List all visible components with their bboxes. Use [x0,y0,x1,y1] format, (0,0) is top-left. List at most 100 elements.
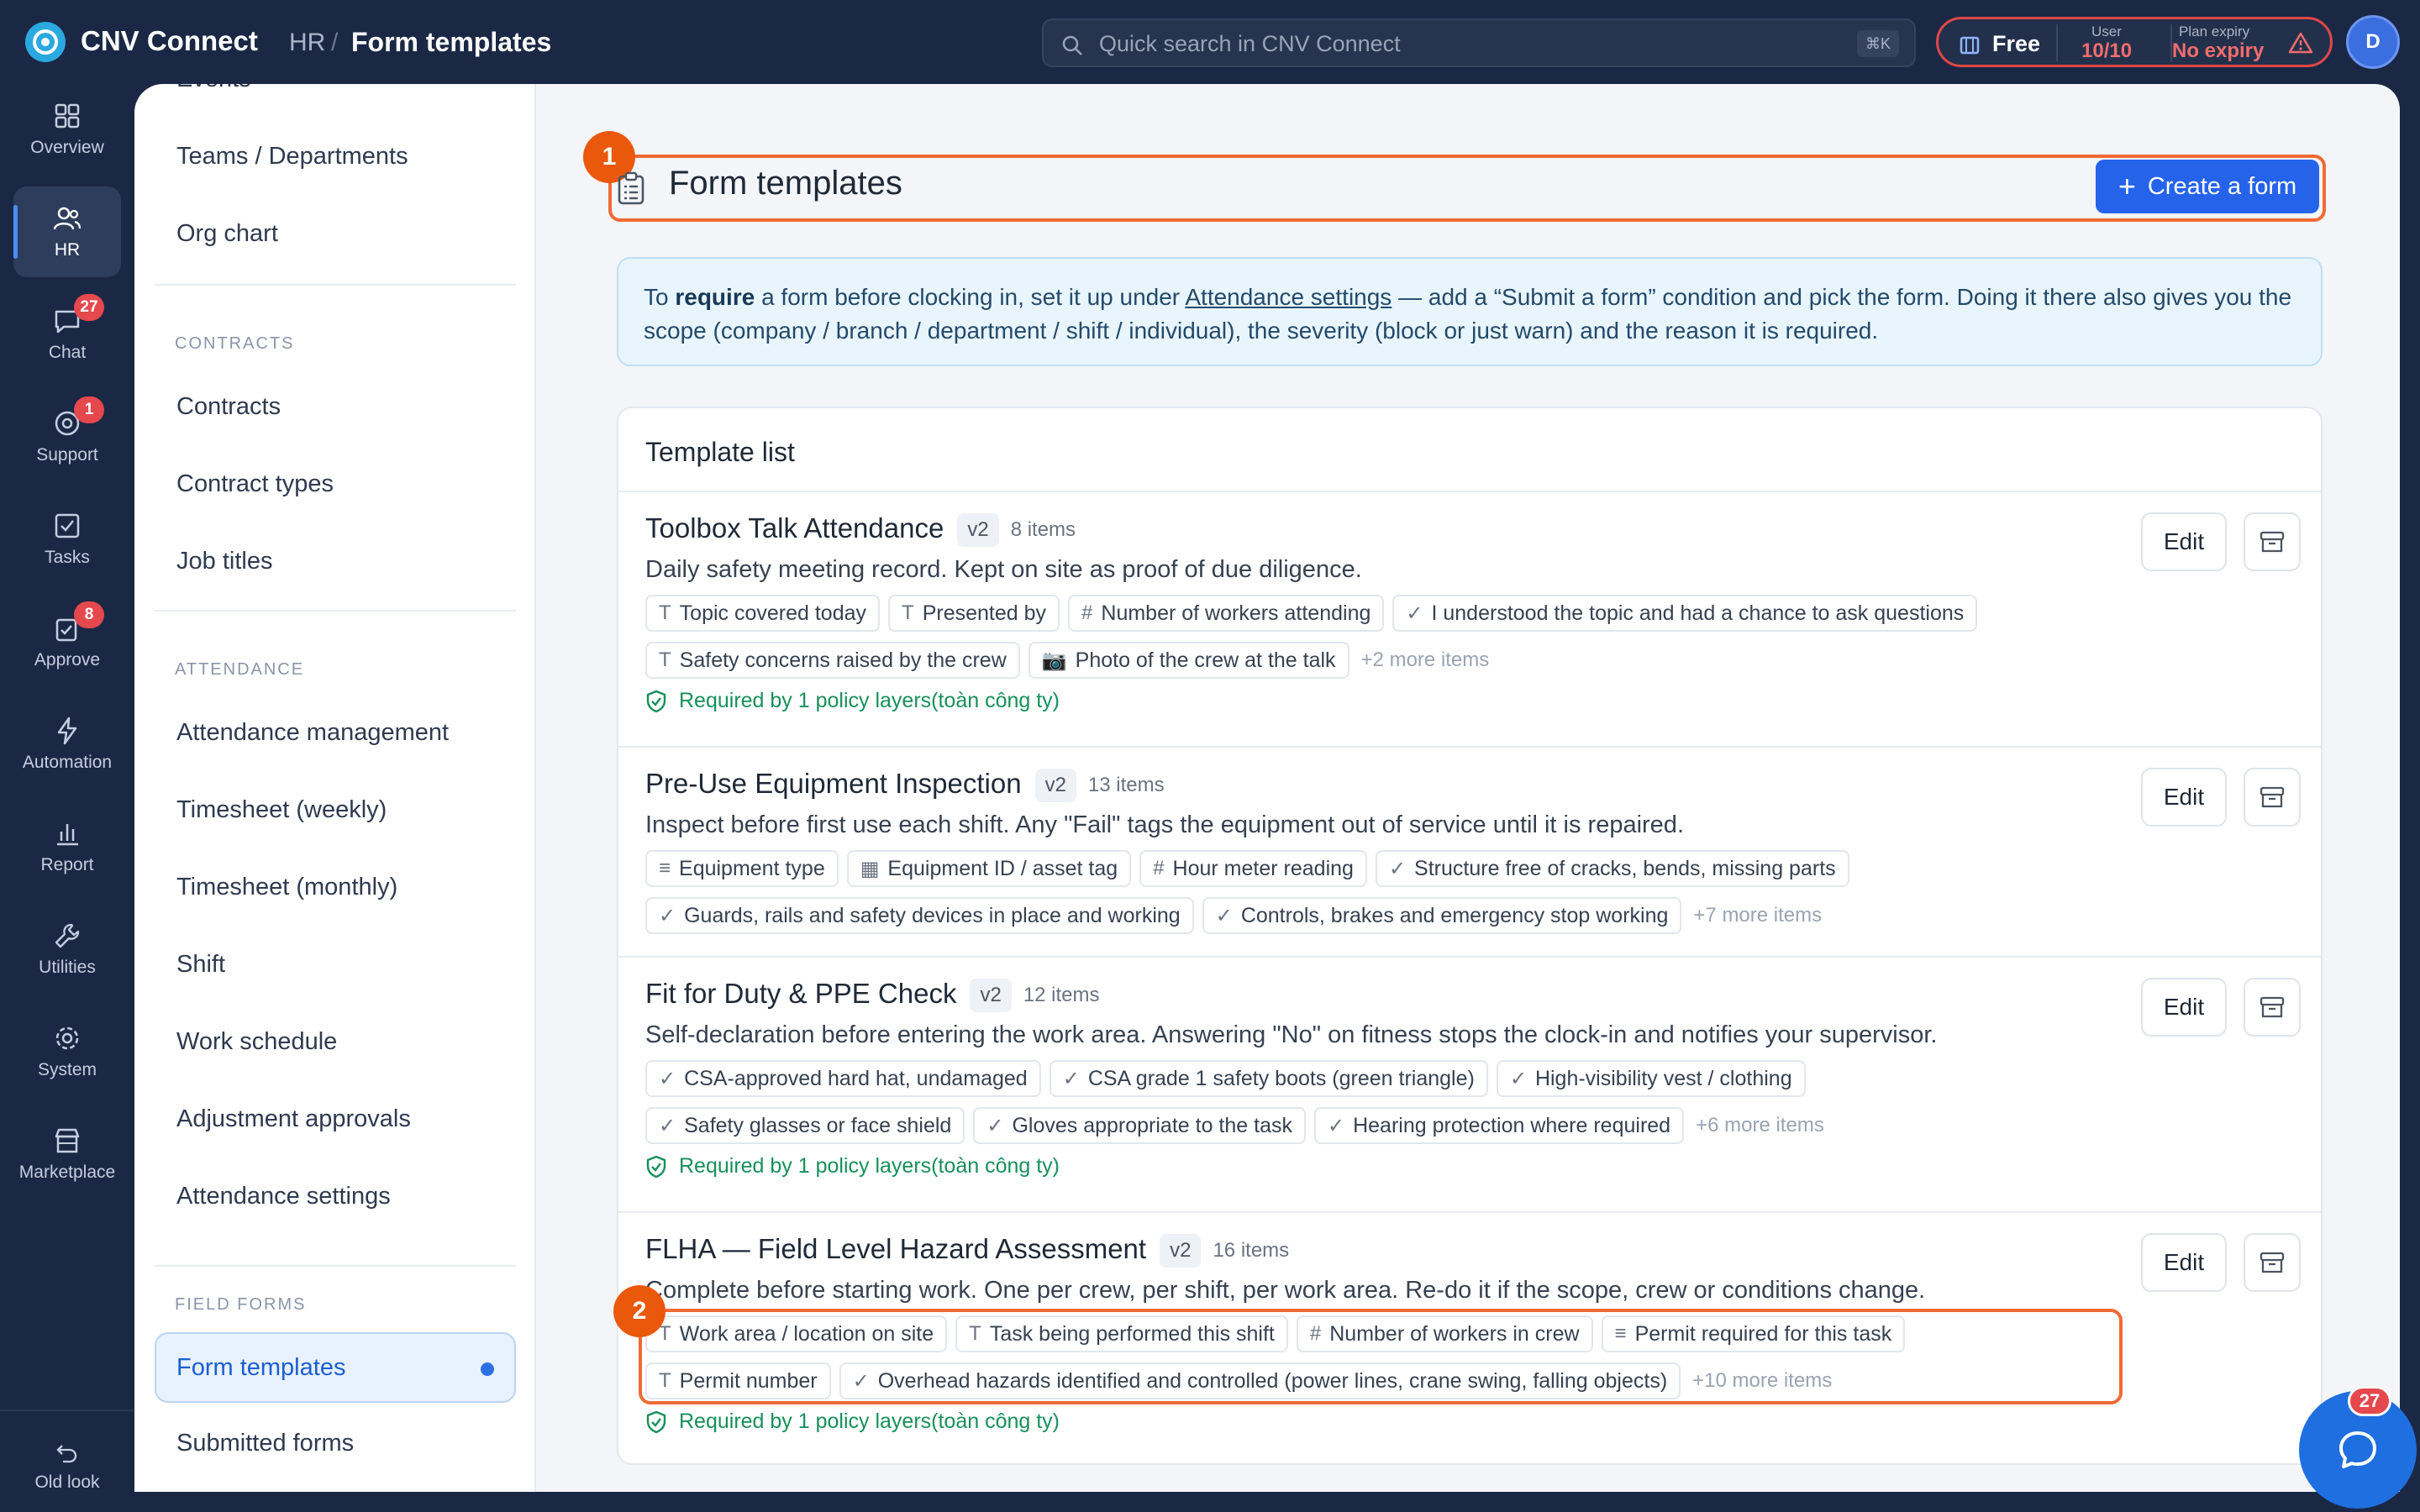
field-chip: ▦ Equipment ID / asset tag [846,850,1132,887]
sidebar-item-teams[interactable]: Teams / Departments [176,143,408,171]
edit-button[interactable]: Edit [2141,768,2227,827]
rail-divider [0,1410,134,1411]
template-name[interactable]: Pre-Use Equipment Inspection v2 13 items [645,768,1165,803]
nav-label: Marketplace [18,1163,116,1182]
nav-chat[interactable]: 27 Chat [13,289,121,380]
nav-label: Overview [30,138,104,157]
app-name[interactable]: CNV Connect [81,25,258,57]
page-title: Form templates [669,165,902,202]
field-chip-row: T Topic covered today T Presented by # Numb… [645,595,1978,632]
field-label: Topic covered today [679,601,867,625]
field-label: CSA-approved hard hat, undamaged [684,1066,1028,1090]
template-list-card: Template list Toolbox Talk Attendance v2 8… [617,407,2323,1465]
bar-chart-icon [52,818,82,848]
template-name[interactable]: FLHA — Field Level Hazard Assessment v2 16… [645,1233,1289,1268]
breadcrumb-hr[interactable]: HR [289,29,325,57]
clipboard-icon [617,171,645,205]
required-policy-note: Required by 1 policy layers(toàn công ty… [645,689,1060,713]
archive-button[interactable] [2244,978,2301,1037]
nav-marketplace[interactable]: Marketplace [13,1109,121,1200]
archive-icon [2260,786,2285,808]
template-name[interactable]: Toolbox Talk Attendance v2 8 items [645,512,1076,548]
plan-status[interactable]: Free User 10/10 Plan expiry No expiry [1936,17,2333,67]
attendance-settings-link[interactable]: Attendance settings [1185,284,1392,310]
search-input[interactable]: Quick search in CNV Connect ⌘K [1042,18,1916,67]
check-field-icon: ✓ [1062,1067,1080,1090]
nav-hr[interactable]: HR [13,186,121,277]
nav-tasks[interactable]: Tasks [13,494,121,585]
sidebar-item-job-titles[interactable]: Job titles [176,548,272,575]
avatar[interactable]: D [2346,15,2400,69]
version-badge: v2 [1034,769,1076,803]
more-items[interactable]: +6 more items [1696,1114,1824,1137]
sidebar-item-shift[interactable]: Shift [176,951,225,979]
field-label: Equipment type [679,856,825,880]
sidebar-item-attendance-settings[interactable]: Attendance settings [176,1183,391,1210]
item-count: 8 items [1010,518,1076,542]
required-text: Required by 1 policy layers(toàn công ty… [679,1410,1060,1433]
sidebar-item-attendance-management[interactable]: Attendance management [176,719,449,747]
sidebar-item-timesheet-weekly[interactable]: Timesheet (weekly) [176,796,387,824]
field-chip: ✓ CSA grade 1 safety boots (green triangl… [1049,1060,1488,1097]
sidebar-item-adjustment-approvals[interactable]: Adjustment approvals [176,1105,411,1133]
field-label: Hour meter reading [1172,856,1354,880]
more-items[interactable]: +7 more items [1693,904,1822,927]
old-look-button[interactable]: Old look [13,1426,121,1507]
edit-button[interactable]: Edit [2141,978,2227,1037]
sidebar-item-contracts[interactable]: Contracts [176,393,281,421]
sidebar-item-form-templates[interactable]: Form templates [155,1332,516,1403]
nav-label: Utilities [39,958,96,977]
chat-fab-button[interactable]: 27 [2299,1386,2417,1509]
text-field-icon: T [659,601,671,624]
grid-icon [52,101,82,131]
check-field-icon: ✓ [659,904,676,927]
field-label: Controls, brakes and emergency stop work… [1240,903,1669,927]
edit-button[interactable]: Edit [2141,1233,2227,1292]
more-items[interactable]: +2 more items [1361,648,1490,672]
nav-label: Approve [34,650,101,669]
store-icon [52,1126,82,1156]
sidebar-item-timesheet-monthly[interactable]: Timesheet (monthly) [176,874,397,901]
sidebar-item-contract-types[interactable]: Contract types [176,470,334,498]
nav-overview[interactable]: Overview [13,84,121,175]
number-field-icon: # [1081,601,1093,624]
archive-button[interactable] [2244,768,2301,827]
template-description: Self-declaration before entering the wor… [645,1021,1938,1048]
nav-approve[interactable]: 8 Approve [13,596,121,687]
nav-report[interactable]: Report [13,801,121,892]
field-label: Photo of the crew at the talk [1075,648,1336,672]
main-nav-rail: Overview HR 27 Chat 1 Support Tasks 8 Ap… [0,84,134,1512]
nav-support[interactable]: 1 Support [13,391,121,482]
nav-system[interactable]: System [13,1006,121,1097]
archive-button[interactable] [2244,512,2301,571]
template-list-heading: Template list [645,437,795,467]
sidebar-divider [155,1265,516,1267]
app-logo-icon[interactable] [25,22,66,62]
template-title: Fit for Duty & PPE Check [645,978,957,1009]
field-chip: ✓ Safety glasses or face shield [645,1107,965,1144]
template-description: Complete before starting work. One per c… [645,1277,1926,1304]
active-dot [481,1362,494,1376]
text-field-icon: T [902,601,914,624]
check-square-icon [52,511,82,541]
version-badge: v2 [1160,1234,1202,1268]
sidebar-item-events[interactable]: Events [176,84,251,93]
item-count: 13 items [1087,774,1165,797]
plus-icon: + [2118,169,2136,203]
nav-utilities[interactable]: Utilities [13,904,121,995]
sidebar-item-submitted-forms[interactable]: Submitted forms [176,1430,354,1457]
template-name[interactable]: Fit for Duty & PPE Check v2 12 items [645,978,1100,1013]
archive-button[interactable] [2244,1233,2301,1292]
top-bar: CNV Connect HR / Form templates Quick se… [0,0,2420,84]
sidebar-item-work-schedule[interactable]: Work schedule [176,1028,337,1056]
template-title: FLHA — Field Level Hazard Assessment [645,1233,1147,1264]
required-text: Required by 1 policy layers(toàn công ty… [679,689,1060,712]
template-title: Pre-Use Equipment Inspection [645,768,1022,799]
sidebar-item-org-chart[interactable]: Org chart [176,220,278,248]
nav-automation[interactable]: Automation [13,699,121,790]
plan-divider [2056,24,2058,61]
create-form-button[interactable]: + Create a form [2096,160,2319,213]
sidebar-heading-field-forms: FIELD FORMS [175,1295,307,1314]
edit-button[interactable]: Edit [2141,512,2227,571]
shield-check-icon [646,1410,666,1433]
